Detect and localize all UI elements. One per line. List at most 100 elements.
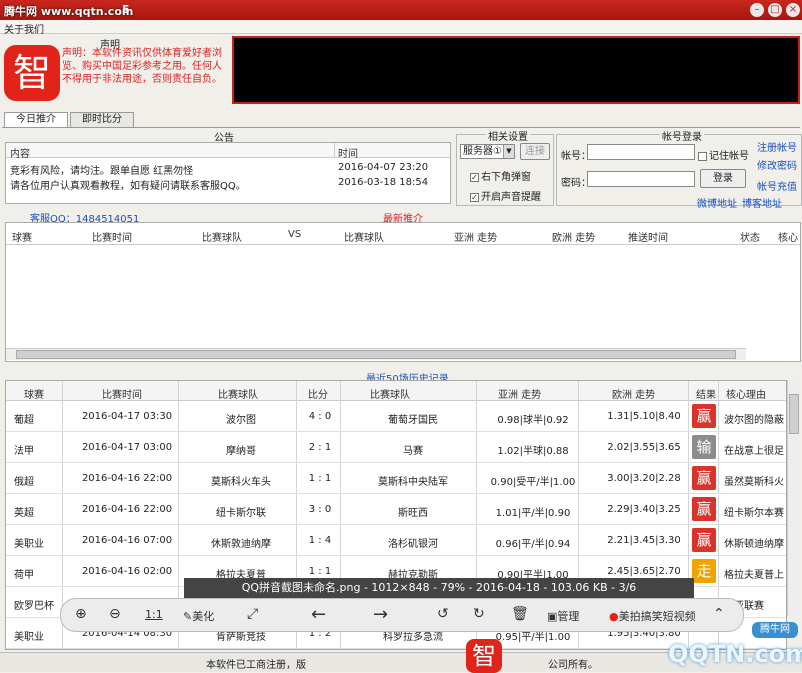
history-cell-score: 4 : 0 [308, 411, 332, 422]
notice-row-content[interactable]: 竞彩有风险，请均注。跟单自愿 红黑勿怪 [10, 162, 193, 177]
result-badge: 赢 [692, 528, 716, 552]
history-cell-reason: 纽卡斯尔本赛 [724, 508, 784, 519]
actual-size-button[interactable]: 1:1 [145, 608, 163, 621]
recharge-link[interactable]: 帐号充值 [757, 178, 797, 193]
pen-icon: ✎ [183, 610, 193, 623]
password-input[interactable] [587, 171, 695, 187]
scroll-thumb[interactable] [789, 394, 799, 434]
notice-row-content[interactable]: 请各位用户认真观看教程，如有疑问请联系客服QQ。 [10, 177, 246, 192]
remember-label: 记住帐号 [709, 151, 749, 162]
history-cell-reason: 在战意上很足 [724, 446, 784, 457]
sound-option[interactable]: ✓ 开启声音提醒 [470, 188, 541, 203]
checkbox-remember[interactable] [698, 151, 707, 161]
history-cell-league: 法甲 [14, 446, 34, 457]
promo-link[interactable]: ●美拍搞笑短视频 [609, 608, 696, 624]
history-cell-league: 荷甲 [14, 570, 34, 581]
history-cell-home: 波尔图 [226, 415, 256, 426]
tab-today[interactable]: 今日推介 [4, 112, 68, 128]
footer-right: 公司所有。 [548, 660, 598, 671]
history-cell-home: 纽卡斯尔联 [216, 508, 266, 519]
taskbar-app-icon[interactable]: 智 [466, 639, 502, 673]
zoom-out-icon[interactable]: ⊖ [109, 606, 121, 622]
promo-label: 美拍搞笑短视频 [618, 610, 696, 623]
latest-hscrollbar[interactable] [6, 348, 746, 360]
latest-col: 球赛 [12, 233, 32, 244]
tab-live-score[interactable]: 即时比分 [70, 112, 134, 128]
history-cell-score: 1 : 4 [308, 535, 332, 546]
history-cell-time: 2016-04-16 22:00 [81, 504, 173, 515]
history-col: 亚洲 走势 [498, 390, 542, 401]
result-badge: 赢 [692, 497, 716, 521]
history-cell-away: 马赛 [403, 446, 423, 457]
popup-option[interactable]: ✓ 右下角弹窗 [470, 168, 531, 183]
notice-table: 内容 时间 竞彩有风险，请均注。跟单自愿 红黑勿怪 2016-04-07 23:… [5, 142, 451, 204]
maximize-button[interactable]: □ [768, 3, 782, 17]
history-cell-time: 2016-04-17 03:30 [81, 411, 173, 422]
checkbox-popup[interactable]: ✓ [470, 172, 479, 182]
history-col: 比赛球队 [370, 390, 410, 401]
result-badge: 走 [692, 559, 716, 583]
history-vscrollbar[interactable] [787, 380, 800, 616]
login-title: 帐号登录 [660, 128, 704, 143]
history-col: 比赛时间 [102, 390, 142, 401]
login-button[interactable]: 登录 [700, 169, 746, 188]
scroll-thumb[interactable] [16, 350, 736, 359]
history-cell-score: 1 : 1 [308, 473, 332, 484]
history-cell-euro: 2.21|3.45|3.30 [607, 535, 681, 546]
server-select-value: 服务器① [463, 146, 502, 157]
checkbox-sound[interactable]: ✓ [470, 192, 479, 202]
minimize-button[interactable]: – [750, 3, 764, 17]
history-cell-home: 莫斯科火车头 [211, 477, 271, 488]
close-button[interactable]: × [786, 3, 800, 17]
connect-button[interactable]: 连接 [520, 143, 550, 160]
menu-bar: 关于我们 [0, 20, 802, 36]
zoom-in-icon[interactable]: ⊕ [75, 606, 87, 622]
notice-col-content: 内容 [10, 149, 30, 160]
server-select[interactable]: 服务器① ▼ [460, 144, 515, 159]
history-cell-asia: 0.96|平/半|0.94 [495, 539, 571, 550]
meipai-icon: ● [609, 610, 619, 623]
history-cell-reason: 虽然莫斯科火 [724, 477, 784, 488]
history-cell-league: 美职业 [14, 632, 44, 643]
beautify-button[interactable]: ✎美化 [183, 608, 214, 624]
prev-arrow-icon[interactable]: ← [311, 604, 326, 625]
history-col: 球赛 [24, 390, 44, 401]
history-col: 欧洲 走势 [612, 390, 656, 401]
collapse-icon[interactable]: ⌃ [713, 606, 725, 622]
history-cell-time: 2016-04-16 22:00 [81, 473, 173, 484]
notice-header [6, 143, 450, 158]
ad-banner [232, 36, 800, 104]
notice-row-time: 2016-03-18 18:54 [338, 177, 429, 188]
menu-about[interactable]: 关于我们 [4, 21, 44, 36]
result-badge: 赢 [692, 466, 716, 490]
remember-option[interactable]: 记住帐号 [698, 147, 749, 162]
history-cell-score: 3 : 0 [308, 504, 332, 515]
next-arrow-icon[interactable]: → [373, 604, 388, 625]
change-password-link[interactable]: 修改密码 [757, 157, 797, 172]
window-title: 5 [122, 3, 130, 16]
qqtn-watermark: QQTN.com [668, 640, 802, 668]
history-cell-euro: 2.45|3.65|2.70 [607, 566, 681, 577]
popup-option-label: 右下角弹窗 [481, 172, 531, 183]
history-cell-asia: 0.98|球半|0.92 [497, 415, 569, 426]
fullscreen-icon[interactable]: ⤢ [247, 606, 258, 622]
latest-col: 状态 [740, 233, 760, 244]
rotate-left-icon[interactable]: ↺ [437, 606, 449, 622]
register-link[interactable]: 注册帐号 [757, 139, 797, 154]
weibo-link[interactable]: 微博地址 [697, 195, 737, 210]
blog-link[interactable]: 博客地址 [742, 195, 782, 210]
rotate-right-icon[interactable]: ↻ [473, 606, 485, 622]
history-cell-asia: 1.01|平/半|0.90 [495, 508, 571, 519]
history-col: 核心理由 [726, 390, 766, 401]
latest-col: 比赛时间 [92, 233, 132, 244]
title-bar: 腾牛网 www.qqtn.com 5 – □ × [0, 0, 802, 20]
result-badge: 赢 [692, 404, 716, 428]
history-cell-away: 斯旺西 [398, 508, 428, 519]
trash-icon[interactable]: 🗑 [511, 606, 529, 622]
history-cell-league: 葡超 [14, 415, 34, 426]
manage-button[interactable]: ▣管理 [547, 608, 579, 624]
account-input[interactable] [587, 144, 695, 160]
declaration-text: 声明：本软件资讯仅供体育爱好者浏览、购买中国足彩参考之用。任何人不得用于非法用途… [62, 48, 222, 85]
latest-col: 欧洲 走势 [552, 233, 596, 244]
history-cell-reason: 波尔图的隐蔽 [724, 415, 784, 426]
